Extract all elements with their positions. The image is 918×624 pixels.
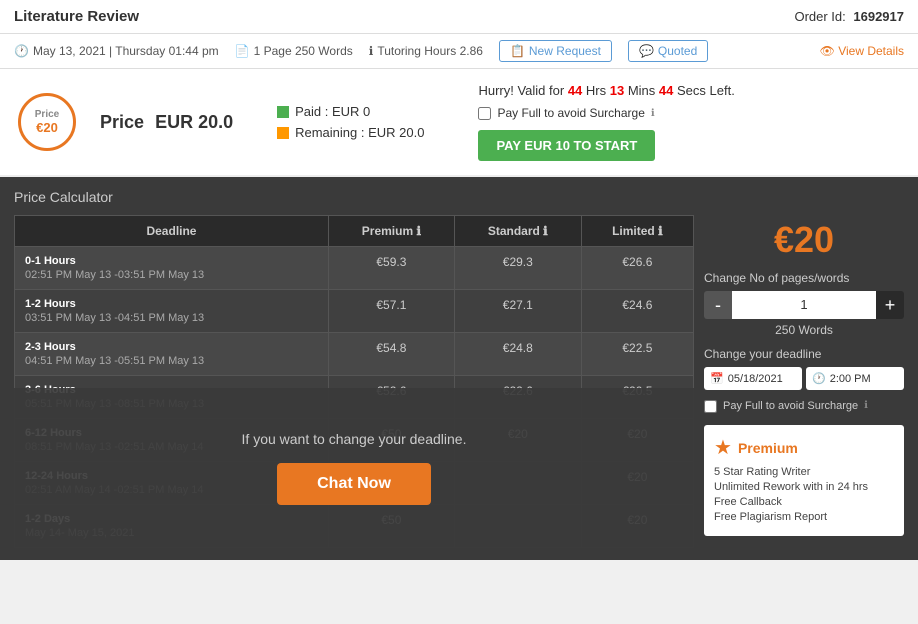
price-main-label: Price EUR 20.0: [100, 112, 233, 133]
col-limited: Limited ℹ: [581, 216, 693, 247]
deadline-cell: 2-3 Hours 04:51 PM May 13 -05:51 PM May …: [15, 333, 329, 376]
premium-item: Free Callback: [714, 496, 894, 508]
words-label: 250 Words: [704, 323, 904, 337]
col-standard: Standard ℹ: [454, 216, 581, 247]
remaining-indicator: [277, 127, 289, 139]
deadline-cell: 1-2 Hours 03:51 PM May 13 -04:51 PM May …: [15, 290, 329, 333]
hurry-section: Hurry! Valid for 44 Hrs 13 Mins 44 Secs …: [478, 83, 734, 161]
table-wrapper: Deadline Premium ℹ Standard ℹ Limited ℹ …: [14, 215, 694, 548]
side-panel: €20 Change No of pages/words - 1 + 250 W…: [704, 215, 904, 548]
paid-indicator: [277, 106, 289, 118]
table-row[interactable]: 2-3 Hours 04:51 PM May 13 -05:51 PM May …: [15, 333, 694, 376]
calculator-section: Price Calculator Deadline Premium ℹ Stan…: [0, 177, 918, 560]
deadline-label: Change your deadline: [704, 347, 904, 361]
surcharge-row: Pay Full to avoid Surcharge ℹ: [478, 106, 734, 120]
surcharge-checkbox[interactable]: [478, 107, 491, 120]
stepper-value: 1: [732, 291, 876, 319]
standard-cell: €29.3: [454, 247, 581, 290]
pages-words-label: Change No of pages/words: [704, 271, 904, 285]
top-header: Literature Review Order Id: 1692917: [0, 0, 918, 34]
hurry-text: Hurry! Valid for 44 Hrs 13 Mins 44 Secs …: [478, 83, 734, 98]
paid-row: Paid : EUR 0: [277, 104, 424, 119]
price-circle: Price €20: [18, 93, 76, 151]
euro-amount: €20: [704, 219, 904, 261]
file-icon: 📋: [510, 44, 525, 58]
premium-cell: €59.3: [328, 247, 454, 290]
col-premium: Premium ℹ: [328, 216, 454, 247]
table-area: Deadline Premium ℹ Standard ℹ Limited ℹ …: [14, 215, 694, 548]
calculator-title: Price Calculator: [14, 189, 904, 205]
surcharge-side-label: Pay Full to avoid Surcharge: [723, 400, 858, 412]
limited-cell: €22.5: [581, 333, 693, 376]
date-row: 📅 05/18/2021 🕐 2:00 PM: [704, 367, 904, 390]
calendar-icon: 📅: [710, 372, 724, 385]
chat-now-button[interactable]: Chat Now: [277, 463, 431, 505]
premium-item: Unlimited Rework with in 24 hrs: [714, 481, 894, 493]
doc-icon: 📄: [235, 44, 250, 58]
pages-info: 📄 1 Page 250 Words: [235, 44, 353, 58]
chat-overlay: If you want to change your deadline. Cha…: [14, 388, 694, 548]
page-title: Literature Review: [14, 8, 139, 25]
premium-item: Free Plagiarism Report: [714, 511, 894, 523]
limited-cell: €26.6: [581, 247, 693, 290]
star-icon: ★: [714, 435, 732, 460]
info-bar: 🕐 May 13, 2021 | Thursday 01:44 pm 📄 1 P…: [0, 34, 918, 69]
tutoring-info: ℹ Tutoring Hours 2.86: [369, 44, 483, 58]
clock-icon: 🕐: [14, 44, 29, 58]
premium-header: ★ Premium: [714, 435, 894, 460]
surcharge-side-info-icon[interactable]: ℹ: [864, 400, 868, 411]
remaining-row: Remaining : EUR 20.0: [277, 125, 424, 140]
premium-cell: €54.8: [328, 333, 454, 376]
col-deadline: Deadline: [15, 216, 329, 247]
overlay-text: If you want to change your deadline.: [242, 431, 467, 447]
new-request-button[interactable]: 📋 New Request: [499, 40, 612, 62]
view-details-link[interactable]: 👁 View Details: [820, 44, 904, 58]
premium-items-container: 5 Star Rating Writer Unlimited Rework wit…: [714, 466, 894, 523]
table-row[interactable]: 1-2 Hours 03:51 PM May 13 -04:51 PM May …: [15, 290, 694, 333]
standard-cell: €24.8: [454, 333, 581, 376]
surcharge-side: Pay Full to avoid Surcharge ℹ: [704, 400, 904, 413]
premium-box: ★ Premium 5 Star Rating Writer Unlimited …: [704, 425, 904, 536]
quote-icon: 💬: [639, 44, 654, 58]
date-info: 🕐 May 13, 2021 | Thursday 01:44 pm: [14, 44, 219, 58]
calc-layout: Deadline Premium ℹ Standard ℹ Limited ℹ …: [14, 215, 904, 548]
price-details: Paid : EUR 0 Remaining : EUR 20.0: [277, 104, 424, 140]
eye-icon: 👁: [820, 44, 835, 58]
surcharge-side-checkbox[interactable]: [704, 400, 717, 413]
stepper-plus-button[interactable]: +: [876, 291, 904, 319]
time-icon: 🕐: [812, 372, 826, 385]
limited-cell: €24.6: [581, 290, 693, 333]
order-id: Order Id: 1692917: [794, 9, 904, 24]
time-input[interactable]: 🕐 2:00 PM: [806, 367, 904, 390]
stepper-row: - 1 +: [704, 291, 904, 319]
premium-cell: €57.1: [328, 290, 454, 333]
quoted-button[interactable]: 💬 Quoted: [628, 40, 708, 62]
standard-cell: €27.1: [454, 290, 581, 333]
premium-item: 5 Star Rating Writer: [714, 466, 894, 478]
stepper-minus-button[interactable]: -: [704, 291, 732, 319]
info-icon: ℹ: [369, 44, 374, 58]
surcharge-info-icon[interactable]: ℹ: [651, 108, 655, 119]
premium-title: Premium: [738, 440, 798, 456]
table-row[interactable]: 0-1 Hours 02:51 PM May 13 -03:51 PM May …: [15, 247, 694, 290]
date-input[interactable]: 📅 05/18/2021: [704, 367, 802, 390]
deadline-cell: 0-1 Hours 02:51 PM May 13 -03:51 PM May …: [15, 247, 329, 290]
pay-button[interactable]: PAY EUR 10 TO START: [478, 130, 655, 161]
price-section: Price €20 Price EUR 20.0 Paid : EUR 0 Re…: [0, 69, 918, 177]
